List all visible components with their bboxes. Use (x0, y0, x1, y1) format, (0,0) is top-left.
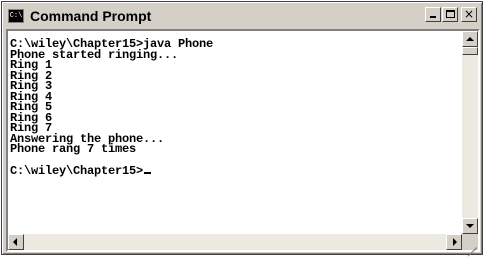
minimize-icon (430, 16, 436, 18)
console-line: Ring 5 (10, 100, 53, 114)
scroll-down-button[interactable] (462, 218, 478, 234)
console-line: Phone rang 7 times (10, 142, 137, 156)
window-title: Command Prompt (30, 8, 152, 24)
title-bar[interactable]: C:\ Command Prompt × (5, 5, 479, 27)
size-grip-icon (473, 247, 477, 251)
scroll-right-button[interactable] (446, 234, 462, 250)
console-client-area: C:\wiley\Chapter15>java Phone Phone start… (6, 29, 480, 257)
close-button[interactable]: × (461, 7, 477, 22)
console-line: Ring 2 (10, 68, 53, 83)
vertical-scroll-thumb[interactable] (462, 47, 478, 55)
arrow-left-icon (13, 238, 17, 246)
console-line: Phone started ringing... (10, 47, 179, 62)
window-controls: × (424, 7, 477, 22)
size-grip[interactable] (462, 234, 478, 257)
scroll-left-button[interactable] (8, 234, 24, 250)
console-icon[interactable]: C:\ (8, 9, 24, 23)
command-prompt-window: C:\ Command Prompt × C:\wiley\Chapter15>… (1, 1, 483, 257)
horizontal-scrollbar[interactable] (8, 234, 462, 250)
console-line: Ring 3 (10, 79, 53, 93)
console-line: Ring 4 (10, 89, 53, 104)
vertical-scrollbar[interactable] (462, 31, 478, 234)
minimize-button[interactable] (425, 7, 441, 22)
arrow-down-icon (466, 224, 474, 228)
console-line: Ring 1 (10, 58, 53, 72)
console-line: C:\wiley\Chapter15> (10, 165, 462, 176)
arrow-up-icon (466, 37, 474, 41)
maximize-icon (446, 10, 455, 18)
maximize-button[interactable] (442, 7, 458, 22)
text-cursor (144, 171, 152, 174)
arrow-right-icon (453, 238, 457, 246)
scroll-up-button[interactable] (462, 31, 478, 47)
console-output[interactable]: C:\wiley\Chapter15>java Phone Phone start… (10, 31, 462, 232)
console-line: Ring 6 (10, 110, 53, 125)
close-icon: × (463, 7, 475, 21)
